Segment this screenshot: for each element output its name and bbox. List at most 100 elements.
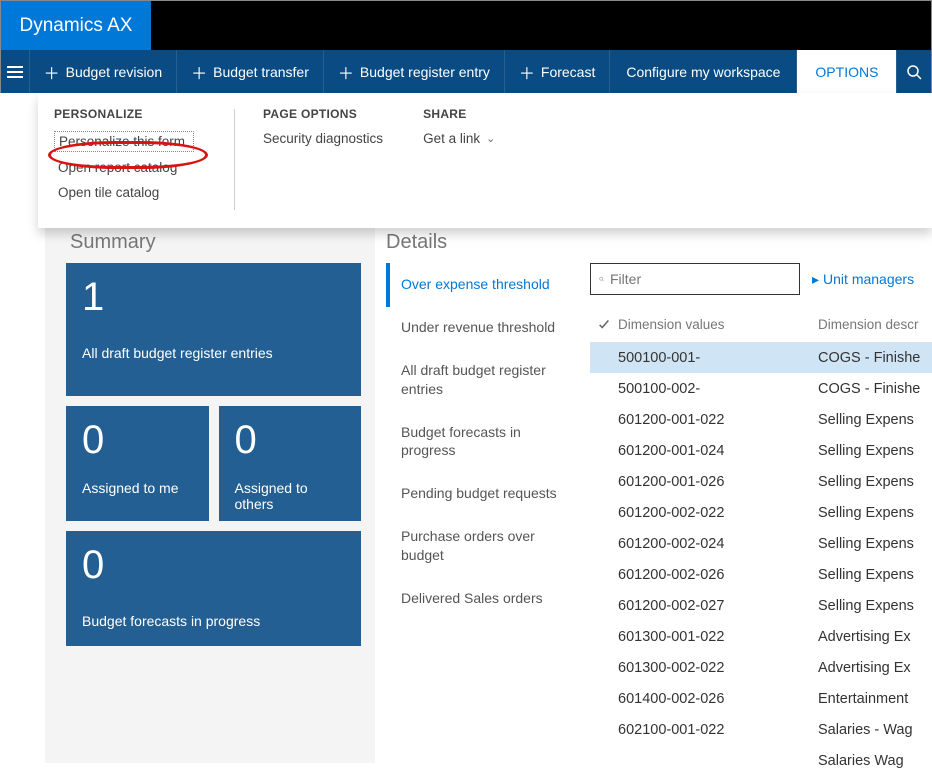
options-tab[interactable]: OPTIONS [797, 50, 896, 94]
budget-register-entry-label: Budget register entry [360, 64, 490, 80]
tile-label: Budget forecasts in progress [82, 613, 345, 629]
table-row[interactable]: 601200-002-027Selling Expens [590, 590, 932, 621]
details-content: ▸ Unit managers Dimension values Dimensi… [590, 263, 932, 776]
hamburger-menu[interactable] [1, 50, 30, 94]
summary-header: Summary [70, 231, 156, 254]
tile-count: 0 [82, 420, 193, 460]
personalize-column: PERSONALIZE Personalize this form Open r… [54, 107, 194, 218]
table-row[interactable]: 601200-002-026Selling Expens [590, 559, 932, 590]
plus-icon: ＋ [338, 60, 354, 84]
filter-row: ▸ Unit managers [590, 263, 932, 295]
table-row[interactable]: 601200-001-026Selling Expens [590, 466, 932, 497]
details-nav-item[interactable]: Budget forecasts in progress [397, 411, 572, 473]
cell-dimension-value: 602100-001-022 [618, 722, 818, 738]
filter-input-wrap[interactable] [590, 263, 800, 295]
table-row[interactable]: 601200-002-024Selling Expens [590, 528, 932, 559]
table-header: Dimension values Dimension descr [590, 313, 932, 342]
get-a-link[interactable]: Get a link ⌄ [423, 131, 495, 146]
table-row[interactable]: 601200-001-022Selling Expens [590, 404, 932, 435]
share-column: SHARE Get a link ⌄ [423, 107, 495, 218]
tile-label: Assigned to me [82, 480, 193, 496]
budget-revision-button[interactable]: ＋ Budget revision [30, 50, 178, 94]
table-row[interactable]: 601400-002-026Entertainment [590, 683, 932, 714]
details-nav-item[interactable]: Over expense threshold [397, 263, 572, 306]
cell-dimension-descr: Advertising Ex [818, 660, 932, 676]
tile-assigned-others[interactable]: 0 Assigned to others [219, 406, 362, 521]
cell-dimension-descr: Selling Expens [818, 474, 932, 490]
cell-dimension-descr: Advertising Ex [818, 629, 932, 645]
cell-dimension-value: 601200-002-024 [618, 536, 818, 552]
cell-dimension-value: 601200-001-022 [618, 412, 818, 428]
cell-dimension-descr: Salaries - Wag [818, 722, 932, 738]
cell-dimension-value: 601200-002-026 [618, 567, 818, 583]
col-dimension-descr[interactable]: Dimension descr [818, 317, 932, 332]
cell-dimension-descr: Entertainment [818, 691, 932, 707]
forecast-label: Forecast [541, 64, 595, 80]
dimension-table: Dimension values Dimension descr 500100-… [590, 313, 932, 776]
unit-managers-link[interactable]: ▸ Unit managers [812, 271, 914, 288]
table-row[interactable]: 601300-002-022Advertising Ex [590, 652, 932, 683]
security-diagnostics[interactable]: Security diagnostics [263, 131, 383, 146]
cell-dimension-descr: COGS - Finishe [818, 381, 932, 397]
details-nav-item[interactable]: Under revenue threshold [397, 306, 572, 349]
table-row[interactable]: 601200-001-024Selling Expens [590, 435, 932, 466]
hamburger-icon [7, 66, 23, 78]
tile-label: All draft budget register entries [82, 345, 345, 361]
open-report-catalog[interactable]: Open report catalog [54, 158, 194, 177]
table-row[interactable]: 601200-002-022Selling Expens [590, 497, 932, 528]
cell-dimension-value: 601200-001-024 [618, 443, 818, 459]
col-dimension-values[interactable]: Dimension values [618, 317, 818, 332]
budget-transfer-button[interactable]: ＋ Budget transfer [177, 50, 324, 94]
share-header: SHARE [423, 107, 495, 121]
details-nav: Over expense thresholdUnder revenue thre… [397, 263, 572, 620]
options-label: OPTIONS [815, 64, 878, 80]
table-row[interactable]: 601300-001-022Advertising Ex [590, 621, 932, 652]
tile-count: 1 [82, 277, 345, 317]
configure-workspace-button[interactable]: Configure my workspace [610, 50, 797, 94]
brand-bar: Dynamics AX [1, 1, 931, 50]
table-row[interactable]: 500100-001-COGS - Finishe [590, 342, 932, 373]
cell-dimension-value: 601200-001-026 [618, 474, 818, 490]
tile-label: Assigned to others [235, 480, 346, 512]
tile-assigned-me[interactable]: 0 Assigned to me [66, 406, 209, 521]
cell-dimension-descr: Selling Expens [818, 443, 932, 459]
options-panel-wrap: PERSONALIZE Personalize this form Open r… [0, 93, 932, 228]
cell-dimension-value: 601300-002-022 [618, 660, 818, 676]
filter-input[interactable] [610, 271, 791, 287]
details-nav-item[interactable]: Delivered Sales orders [397, 577, 572, 620]
cell-dimension-descr: Selling Expens [818, 536, 932, 552]
cell-dimension-descr: Salaries Wag [818, 753, 932, 769]
budget-transfer-label: Budget transfer [213, 64, 309, 80]
cell-dimension-value: 500100-001- [618, 350, 818, 366]
cell-dimension-value: 601200-002-022 [618, 505, 818, 521]
details-nav-item[interactable]: Pending budget requests [397, 472, 572, 515]
table-row[interactable]: Salaries Wag [590, 745, 932, 776]
tile-draft-entries[interactable]: 1 All draft budget register entries [66, 263, 361, 396]
open-tile-catalog[interactable]: Open tile catalog [54, 183, 194, 202]
brand-logo[interactable]: Dynamics AX [1, 1, 151, 50]
details-nav-item[interactable]: All draft budget register entries [397, 349, 572, 411]
table-row[interactable]: 602100-001-022Salaries - Wag [590, 714, 932, 745]
triangle-right-icon: ▸ [812, 271, 819, 288]
table-row[interactable]: 500100-002-COGS - Finishe [590, 373, 932, 404]
tile-forecasts-progress[interactable]: 0 Budget forecasts in progress [66, 531, 361, 646]
column-divider [234, 109, 235, 210]
options-panel: PERSONALIZE Personalize this form Open r… [38, 93, 932, 228]
tile-count: 0 [82, 545, 345, 585]
configure-workspace-label: Configure my workspace [626, 64, 780, 80]
cell-dimension-value: 601300-001-022 [618, 629, 818, 645]
personalize-header: PERSONALIZE [54, 107, 194, 121]
budget-register-entry-button[interactable]: ＋ Budget register entry [324, 50, 505, 94]
details-nav-item[interactable]: Purchase orders over budget [397, 515, 572, 577]
table-header-check[interactable] [590, 317, 618, 332]
chevron-down-icon: ⌄ [486, 132, 495, 145]
cell-dimension-descr: COGS - Finishe [818, 350, 932, 366]
tile-count: 0 [235, 420, 346, 460]
cell-dimension-descr: Selling Expens [818, 598, 932, 614]
personalize-this-form[interactable]: Personalize this form [54, 131, 194, 152]
forecast-button[interactable]: ＋ Forecast [505, 50, 610, 94]
unit-managers-label: Unit managers [823, 271, 914, 287]
action-bar: ＋ Budget revision ＋ Budget transfer ＋ Bu… [1, 50, 931, 94]
search-button[interactable] [896, 50, 931, 94]
cell-dimension-value: 601200-002-027 [618, 598, 818, 614]
